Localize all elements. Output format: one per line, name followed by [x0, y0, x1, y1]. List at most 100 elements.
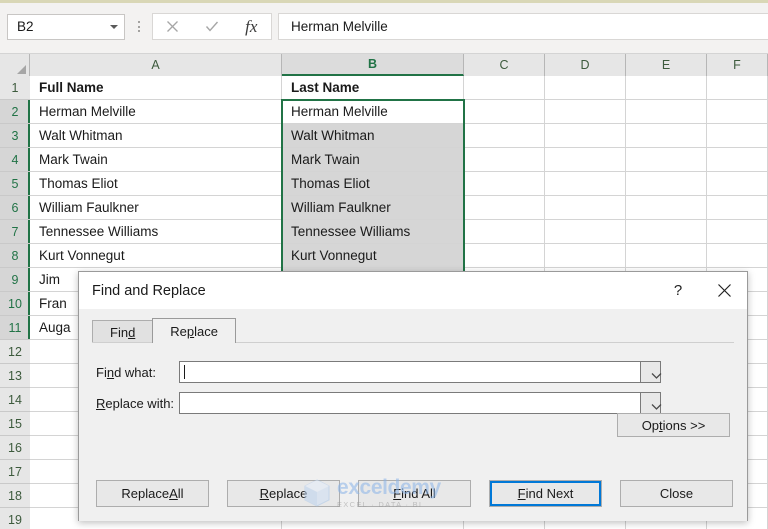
replace-with-dropdown[interactable] [641, 392, 661, 414]
checkmark-icon[interactable] [197, 14, 227, 39]
cell-e3[interactable] [626, 124, 707, 148]
row-header-11[interactable]: 11 [0, 316, 30, 340]
find-next-button[interactable]: Find Next [489, 480, 602, 507]
column-header-f[interactable]: F [707, 54, 768, 76]
cell-e5[interactable] [626, 172, 707, 196]
cell-e1[interactable] [626, 76, 707, 100]
cell-c4[interactable] [464, 148, 545, 172]
row-header-16[interactable]: 16 [0, 436, 30, 460]
cell-b7[interactable]: Tennessee Williams [282, 220, 464, 244]
row-header-5[interactable]: 5 [0, 172, 30, 196]
cell-d2[interactable] [545, 100, 626, 124]
cell-d1[interactable] [545, 76, 626, 100]
cell-b6[interactable]: William Faulkner [282, 196, 464, 220]
text-caret [184, 365, 185, 379]
cell-f3[interactable] [707, 124, 768, 148]
column-header-d[interactable]: D [545, 54, 626, 76]
cell-f8[interactable] [707, 244, 768, 268]
options-button[interactable]: Op t ions >> [617, 413, 730, 437]
cell-b4[interactable]: Mark Twain [282, 148, 464, 172]
replace-with-input[interactable] [179, 392, 641, 414]
row-header-4[interactable]: 4 [0, 148, 30, 172]
cell-c5[interactable] [464, 172, 545, 196]
cell-b1[interactable]: Last Name [282, 76, 464, 100]
row-header-13[interactable]: 13 [0, 364, 30, 388]
help-icon[interactable]: ? [655, 272, 701, 309]
cell-c6[interactable] [464, 196, 545, 220]
replace-all-button[interactable]: Replace All [96, 480, 209, 507]
cell-a8[interactable]: Kurt Vonnegut [30, 244, 282, 268]
tab-find[interactable]: Fin d [92, 320, 154, 343]
cell-a4[interactable]: Mark Twain [30, 148, 282, 172]
cell-b2[interactable]: Herman Melville [282, 100, 464, 124]
insert-function-icon[interactable]: fx [236, 14, 266, 39]
cell-f7[interactable] [707, 220, 768, 244]
cell-c3[interactable] [464, 124, 545, 148]
find-what-input[interactable] [179, 361, 641, 383]
row-header-18[interactable]: 18 [0, 484, 30, 508]
cell-f2[interactable] [707, 100, 768, 124]
cell-a3[interactable]: Walt Whitman [30, 124, 282, 148]
cell-d4[interactable] [545, 148, 626, 172]
cell-c1[interactable] [464, 76, 545, 100]
column-header-c-label: C [499, 58, 509, 72]
cell-e7[interactable] [626, 220, 707, 244]
cell-d5[interactable] [545, 172, 626, 196]
formula-bar-area: B2 fx Herman Melville [0, 0, 768, 54]
cell-f6[interactable] [707, 196, 768, 220]
column-header-a[interactable]: A [30, 54, 282, 76]
row-header-6[interactable]: 6 [0, 196, 30, 220]
cell-d7[interactable] [545, 220, 626, 244]
cell-f5[interactable] [707, 172, 768, 196]
tab-replace-accel: p [186, 323, 195, 339]
cell-d6[interactable] [545, 196, 626, 220]
row-header-1[interactable]: 1 [0, 76, 30, 100]
cell-c2[interactable] [464, 100, 545, 124]
chevron-down-icon[interactable] [110, 24, 118, 29]
row-header-8[interactable]: 8 [0, 244, 30, 268]
cell-f4[interactable] [707, 148, 768, 172]
cell-a1[interactable]: Full Name [30, 76, 282, 100]
cell-b3[interactable]: Walt Whitman [282, 124, 464, 148]
close-x-icon[interactable] [158, 14, 188, 39]
cell-b8[interactable]: Kurt Vonnegut [282, 244, 464, 268]
row-header-12[interactable]: 12 [0, 340, 30, 364]
cell-e6[interactable] [626, 196, 707, 220]
cell-b5[interactable]: Thomas Eliot [282, 172, 464, 196]
cell-e2[interactable] [626, 100, 707, 124]
column-header-e[interactable]: E [626, 54, 707, 76]
row-header-17[interactable]: 17 [0, 460, 30, 484]
cell-a6[interactable]: William Faulkner [30, 196, 282, 220]
row-header-10[interactable]: 10 [0, 292, 30, 316]
cell-c7[interactable] [464, 220, 545, 244]
cell-f1[interactable] [707, 76, 768, 100]
row-header-7[interactable]: 7 [0, 220, 30, 244]
row-header-2[interactable]: 2 [0, 100, 30, 124]
row-header-15[interactable]: 15 [0, 412, 30, 436]
tab-replace[interactable]: Re p lace [152, 318, 237, 343]
cell-e4[interactable] [626, 148, 707, 172]
cell-a7[interactable]: Tennessee Williams [30, 220, 282, 244]
cell-d3[interactable] [545, 124, 626, 148]
replace-button[interactable]: Replace [227, 480, 340, 507]
cell-c8[interactable] [464, 244, 545, 268]
column-header-c[interactable]: C [464, 54, 545, 76]
close-icon[interactable] [701, 272, 747, 309]
select-all-corner[interactable] [0, 54, 30, 76]
cell-a2[interactable]: Herman Melville [30, 100, 282, 124]
row-header-14[interactable]: 14 [0, 388, 30, 412]
formula-input[interactable]: Herman Melville [278, 13, 768, 40]
cell-e8[interactable] [626, 244, 707, 268]
row-header-19[interactable]: 19 [0, 508, 30, 529]
cell-a5[interactable]: Thomas Eliot [30, 172, 282, 196]
column-header-b[interactable]: B [282, 54, 464, 76]
dialog-title-bar[interactable]: Find and Replace ? [79, 272, 747, 309]
close-button[interactable]: Close [620, 480, 733, 507]
find-all-button[interactable]: Find All [358, 480, 471, 507]
name-box[interactable]: B2 [7, 13, 125, 40]
cell-d8[interactable] [545, 244, 626, 268]
row-header-3[interactable]: 3 [0, 124, 30, 148]
row-header-9[interactable]: 9 [0, 268, 30, 292]
drag-handle-dots[interactable] [132, 14, 146, 40]
find-what-dropdown[interactable] [641, 361, 661, 383]
